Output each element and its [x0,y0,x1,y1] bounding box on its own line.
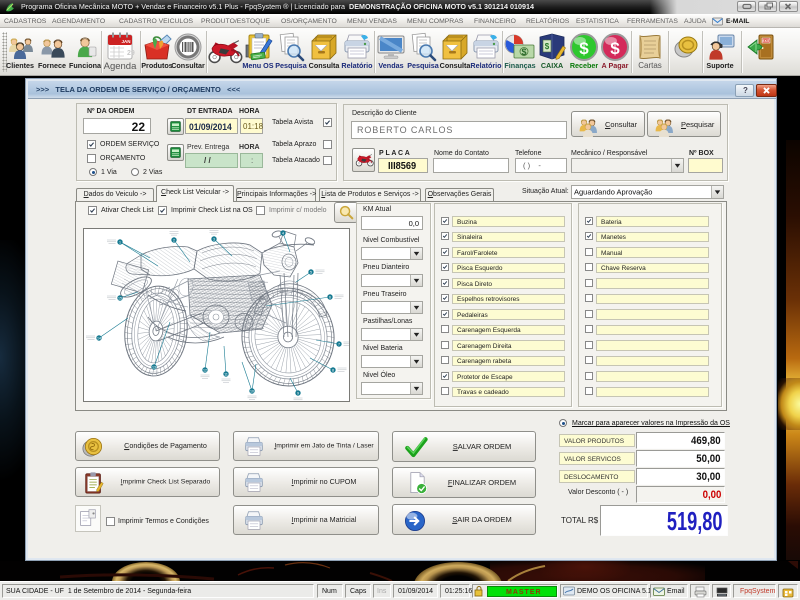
svg-text:7: 7 [338,342,340,346]
svg-text:8: 8 [332,368,334,372]
svg-text:11: 11 [224,372,228,376]
svg-text:JAN: JAN [121,39,130,44]
svg-text:29: 29 [127,50,135,57]
svg-text:EXIT: EXIT [762,39,769,43]
svg-text:$: $ [521,47,526,57]
svg-text:6: 6 [329,295,331,299]
svg-text:2: 2 [173,238,175,242]
svg-text:14: 14 [97,336,101,340]
svg-text:3: 3 [213,237,215,241]
svg-text:15: 15 [118,296,122,300]
svg-text:5: 5 [310,270,312,274]
svg-text:10: 10 [250,389,254,393]
svg-text:4: 4 [282,231,284,235]
svg-text:$: $ [579,39,589,58]
svg-text:$: $ [610,39,620,58]
svg-text:13: 13 [152,365,156,369]
svg-text:12: 12 [203,368,207,372]
svg-text:$: $ [545,42,550,51]
svg-text:9: 9 [297,391,299,395]
svg-text:1: 1 [119,240,121,244]
